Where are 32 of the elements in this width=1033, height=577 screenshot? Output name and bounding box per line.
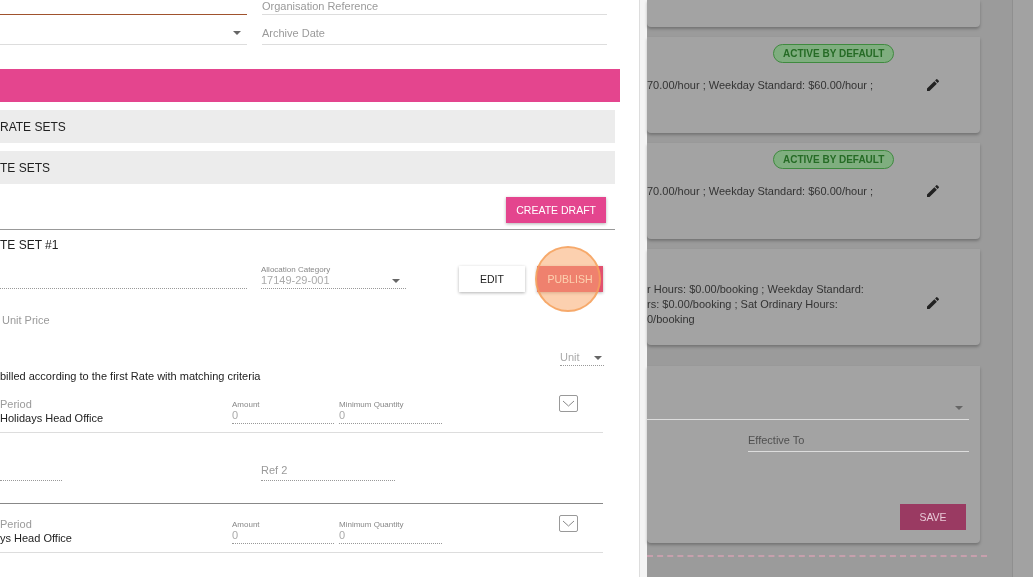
pencil-icon[interactable] [925, 295, 941, 311]
unit-select[interactable]: Unit [560, 346, 604, 366]
create-draft-button[interactable]: CREATE DRAFT [506, 197, 606, 223]
status-badge: ACTIVE BY DEFAULT [773, 150, 895, 169]
amount-field[interactable]: Amount 0 [232, 380, 334, 424]
allocation-category-select[interactable]: Allocation Category 17149-29-001 [261, 259, 406, 289]
chevron-down-icon[interactable] [559, 515, 578, 532]
accordion-header[interactable]: RATE SETS [0, 110, 615, 143]
pencil-icon[interactable] [925, 77, 941, 93]
effective-to-field[interactable]: Effective To [748, 428, 969, 452]
minimum-quantity-field[interactable]: Minimum Quantity 0 [339, 500, 442, 544]
ref-2-field[interactable]: Ref 2 [261, 457, 395, 481]
pencil-icon[interactable] [925, 183, 941, 199]
edit-button[interactable]: EDIT [459, 266, 525, 292]
rate-set-title: TE SET #1 [0, 238, 59, 252]
organisation-reference-field[interactable]: Organisation Reference [262, 0, 607, 15]
amount-field[interactable]: Amount 0 [232, 500, 334, 544]
period-value: ys Head Office [0, 532, 73, 544]
archive-date-field[interactable]: Archive Date [262, 15, 607, 45]
rate-summary: 70.00/hour ; Weekday Standard: $60.00/hour ; [647, 184, 874, 199]
unit-price-label: Unit Price [1, 314, 50, 326]
minimum-quantity-field[interactable]: Minimum Quantity 0 [339, 380, 442, 424]
period-label: Period [0, 518, 33, 532]
status-badge: ACTIVE BY DEFAULT [773, 44, 895, 63]
period-label: Period [0, 398, 33, 412]
chevron-down-icon[interactable] [559, 395, 578, 412]
period-value: Holidays Head Office [0, 412, 105, 424]
rate-summary: r Hours: $0.00/booking ; Weekday Standard: rs: $0.00/booking ; Sat Ordinary Hours: 0/booking [647, 282, 864, 327]
save-button[interactable]: SAVE [900, 504, 966, 530]
rate-summary: 70.00/hour ; Weekday Standard: $60.00/hour ; [647, 78, 874, 93]
accordion-header[interactable]: TE SETS [0, 151, 615, 184]
billing-note: billed according to the first Rate with matching criteria [0, 370, 261, 382]
